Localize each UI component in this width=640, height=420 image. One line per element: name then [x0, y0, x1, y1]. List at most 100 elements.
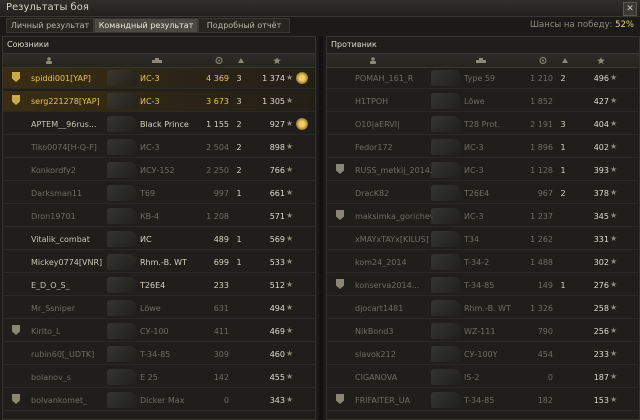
experience-column-icon[interactable] [273, 57, 281, 64]
experience-value: 343 [269, 396, 285, 405]
player-row[interactable]: bolvankomet_ Dicker Max 0 343 ★ [3, 390, 315, 411]
player-name[interactable]: konserva2014... [355, 281, 433, 290]
vehicle-column-icon[interactable] [151, 57, 163, 64]
tank-icon [107, 369, 137, 385]
clan-badge-icon [336, 394, 344, 404]
player-row[interactable]: xMAYxTAYx[KILUS] T34 1 262 331 ★ [327, 229, 639, 250]
tank-name: ИС-3 [464, 143, 484, 152]
tank-name: ИСУ-152 [140, 166, 175, 175]
player-row[interactable]: H1TPOH Löwe 1 852 427 ★ [327, 91, 639, 112]
player-row[interactable]: djocart1481 Rhm.-B. WT 1 326 258 ★ [327, 298, 639, 319]
player-row[interactable]: kom24_2014 T-34-2 1 488 302 ★ [327, 252, 639, 273]
player-name[interactable]: CIGANOVA [355, 373, 433, 382]
player-name[interactable]: DracK82 [355, 189, 433, 198]
player-name[interactable]: NikBond3 [355, 327, 433, 336]
player-row[interactable]: bolanov_s E 25 142 455 ★ [3, 367, 315, 388]
tank-icon [431, 369, 461, 385]
kills-column-icon[interactable] [237, 57, 245, 64]
experience-value: 187 [593, 373, 609, 382]
close-button[interactable]: ✕ [623, 2, 637, 16]
vehicle-column-icon[interactable] [475, 57, 487, 64]
player-row[interactable]: DracK82 T26E4 967 2 378 ★ [327, 183, 639, 204]
player-column-icon[interactable] [369, 57, 377, 64]
star-icon: ★ [610, 188, 618, 197]
player-row[interactable]: Dron19701 КВ-4 1 208 571 ★ [3, 206, 315, 227]
damage-value: 0 [223, 396, 229, 405]
damage-value: 3 673 [206, 97, 229, 106]
player-name[interactable]: Mr_Ssniper [31, 304, 109, 313]
player-name[interactable]: АРТЕМ__96rus... [31, 120, 109, 129]
damage-value: 309 [213, 350, 229, 359]
player-row[interactable]: POMAH_161_R Type 59 1 210 2 496 ★ [327, 68, 639, 89]
player-row[interactable]: Mickey0774[VNR] Rhm.-B. WT 699 1 533 ★ [3, 252, 315, 273]
player-name[interactable]: rubin60[_UDTK] [31, 350, 109, 359]
experience-column-icon[interactable] [597, 57, 605, 64]
player-row[interactable]: O10|aERVI| T28 Prot. 2 191 3 404 ★ [327, 114, 639, 135]
kills-value: 1 [236, 189, 242, 198]
player-row[interactable]: Kirito_L СУ-100 411 469 ★ [3, 321, 315, 342]
tank-name: Rhm.-B. WT [464, 304, 511, 313]
player-row[interactable]: Mr_Ssniper Löwe 631 494 ★ [3, 298, 315, 319]
player-row[interactable]: E_D_O_S_ T26E4 233 512 ★ [3, 275, 315, 296]
player-name[interactable]: Vitalik_combat [31, 235, 109, 244]
player-row[interactable]: maksimka_gorichev... ИС-3 1 237 345 ★ [327, 206, 639, 227]
player-name[interactable]: E_D_O_S_ [31, 281, 109, 290]
player-name[interactable]: Kirito_L [31, 327, 109, 336]
player-name[interactable]: POMAH_161_R [355, 74, 433, 83]
player-row[interactable]: Fedor172 ИС-3 1 896 1 402 ★ [327, 137, 639, 158]
player-name[interactable]: bolanov_s [31, 373, 109, 382]
player-name[interactable]: xMAYxTAYx[KILUS] [355, 235, 433, 244]
star-icon: ★ [610, 395, 618, 404]
player-row[interactable]: АРТЕМ__96rus... Black Prince 1 155 2 927 ★ [3, 114, 315, 135]
clan-badge-icon [336, 164, 344, 174]
medal-icon[interactable] [296, 118, 308, 130]
player-row[interactable]: serg221278[YAP] ИС-3 3 673 3 1 305 ★ [3, 91, 315, 112]
damage-column-icon[interactable] [539, 57, 547, 64]
player-name[interactable]: Darksman11 [31, 189, 109, 198]
player-row[interactable]: Vitalik_combat ИС 489 1 569 ★ [3, 229, 315, 250]
player-name[interactable]: kom24_2014 [355, 258, 433, 267]
player-name[interactable]: RUSS_metkij_2014... [355, 166, 433, 175]
player-name[interactable]: serg221278[YAP] [31, 97, 109, 106]
player-name[interactable]: Konkordfy2 [31, 166, 109, 175]
title-bar: Результаты боя ✕ [0, 0, 640, 17]
player-row[interactable]: Darksman11 T69 997 1 661 ★ [3, 183, 315, 204]
player-column-icon[interactable] [45, 57, 53, 64]
player-name[interactable]: spiddi001[YAP] [31, 74, 109, 83]
player-name[interactable]: Dron19701 [31, 212, 109, 221]
player-name[interactable]: H1TPOH [355, 97, 433, 106]
player-name[interactable]: Mickey0774[VNR] [31, 258, 109, 267]
player-row[interactable]: Tiko0074[H-Q-F] ИС-3 2 504 2 898 ★ [3, 137, 315, 158]
player-row[interactable]: konserva2014... T-34-85 149 1 276 ★ [327, 275, 639, 296]
player-name[interactable]: O10|aERVI| [355, 120, 433, 129]
player-row[interactable]: NikBond3 WZ-111 790 256 ★ [327, 321, 639, 342]
tab-personal-result[interactable]: Личный результат [6, 18, 94, 33]
player-row[interactable]: RUSS_metkij_2014... ИС-3 1 128 1 393 ★ [327, 160, 639, 181]
damage-value: 149 [537, 281, 553, 290]
tank-name: СУ-100Y [464, 350, 498, 359]
medal-icon[interactable] [296, 72, 308, 84]
player-name[interactable]: Tiko0074[H-Q-F] [31, 143, 109, 152]
tab-team-result[interactable]: Командный результат [94, 18, 198, 33]
player-name[interactable]: FRIFAITER_UA [355, 396, 433, 405]
player-name[interactable]: djocart1481 [355, 304, 433, 313]
player-row[interactable]: rubin60[_UDTK] T-34-85 309 460 ★ [3, 344, 315, 365]
tank-icon [107, 70, 137, 86]
tab-detailed-report[interactable]: Подробный отчёт [198, 18, 290, 33]
experience-value: 233 [593, 350, 609, 359]
player-name[interactable]: bolvankomet_ [31, 396, 109, 405]
player-name[interactable]: maksimka_gorichev... [355, 212, 433, 221]
player-row[interactable]: Konkordfy2 ИСУ-152 2 250 2 766 ★ [3, 160, 315, 181]
player-row[interactable]: FRIFAITER_UA T-34-85 182 153 ★ [327, 390, 639, 411]
kills-column-icon[interactable] [561, 57, 569, 64]
damage-value: 4 369 [206, 74, 229, 83]
player-name[interactable]: Fedor172 [355, 143, 433, 152]
experience-value: 153 [593, 396, 609, 405]
player-row[interactable]: slavok212 СУ-100Y 454 233 ★ [327, 344, 639, 365]
player-name[interactable]: slavok212 [355, 350, 433, 359]
tank-icon [107, 185, 137, 201]
player-row[interactable]: spiddi001[YAP] ИС-3 4 369 3 1 374 ★ [3, 68, 315, 89]
player-row[interactable]: CIGANOVA IS-2 0 187 ★ [327, 367, 639, 388]
damage-column-icon[interactable] [215, 57, 223, 64]
star-icon: ★ [286, 96, 294, 105]
